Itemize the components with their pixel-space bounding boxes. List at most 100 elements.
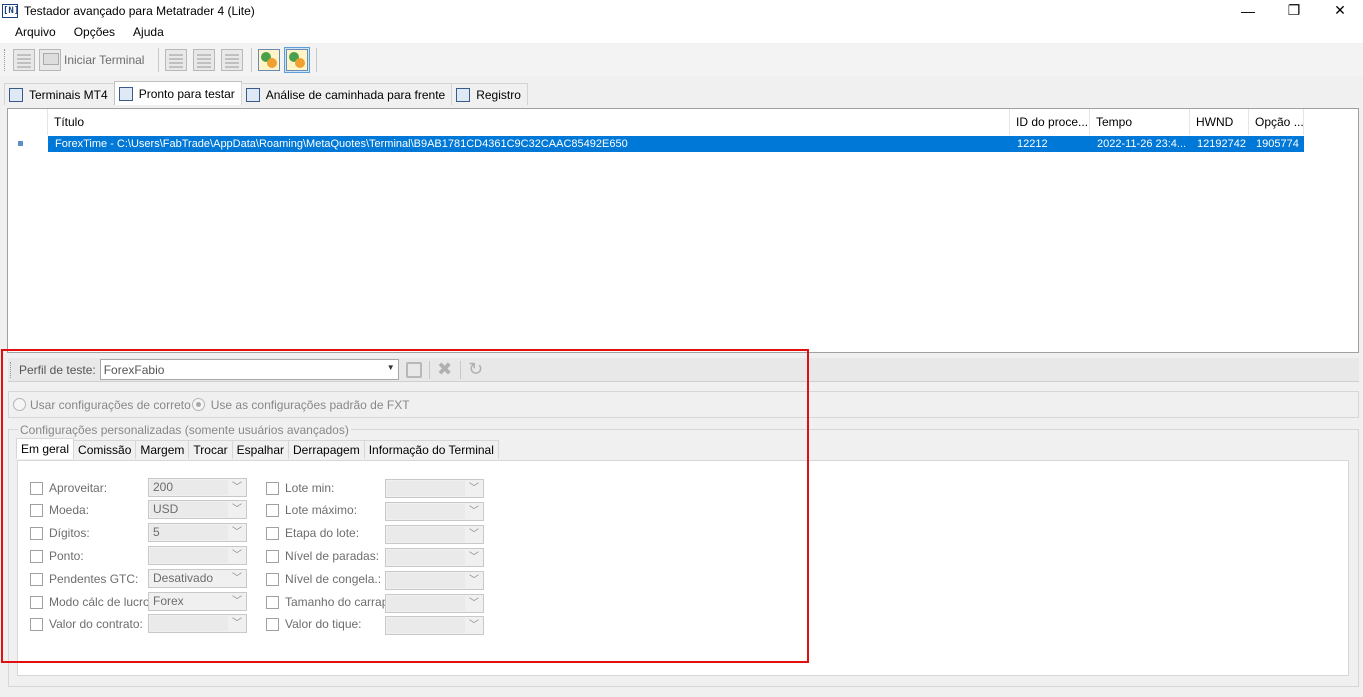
select-etapa-lote[interactable]: ﹀ — [385, 525, 484, 544]
checkbox-nivel-paradas[interactable] — [266, 549, 279, 563]
link-terminal-icon — [286, 49, 309, 71]
checkbox-pendentes-gtc[interactable] — [30, 572, 43, 586]
tab-informacao-terminal[interactable]: Informação do Terminal — [363, 440, 499, 459]
checkbox-lote-min[interactable] — [266, 481, 279, 495]
checkbox-modo-calc-lucro[interactable] — [30, 595, 43, 609]
radio-use-fxt[interactable] — [191, 398, 205, 411]
chevron-down-icon: ﹀ — [469, 529, 479, 540]
select-aproveitar[interactable]: 200 ﹀ — [148, 478, 247, 497]
menu-opcoes[interactable]: Opções — [67, 25, 122, 39]
select-ponto[interactable]: ﹀ — [148, 546, 247, 565]
select-digitos[interactable]: 5 ﹀ — [148, 523, 247, 542]
cell-hwnd[interactable]: 12192742 — [1190, 136, 1249, 152]
terminal-icon — [9, 87, 23, 102]
select-modo-calc-lucro[interactable]: Forex ﹀ — [148, 592, 247, 611]
select-nivel-paradas[interactable]: ﹀ — [385, 548, 484, 567]
select-valor-tique[interactable]: ﹀ — [385, 616, 484, 635]
menu-ajuda[interactable]: Ajuda — [126, 25, 171, 39]
cell-time[interactable]: 2022-11-26 23:4... — [1090, 136, 1190, 152]
chevron-down-icon: ﹀ — [469, 598, 479, 609]
field-nivel-congela: Nível de congela.: — [266, 569, 381, 589]
minimize-button[interactable]: — — [1225, 0, 1271, 21]
select-lote-min[interactable]: ﹀ — [385, 479, 484, 498]
edit-button[interactable] — [163, 47, 189, 73]
toolbar-separator — [251, 48, 253, 72]
checkbox-lote-maximo[interactable] — [266, 503, 279, 517]
checkbox-ponto[interactable] — [30, 549, 43, 563]
save-button[interactable] — [191, 47, 217, 73]
chevron-down-icon: ﹀ — [469, 483, 479, 494]
select-pendentes-gtc[interactable]: Desativado ﹀ — [148, 569, 247, 588]
menu-arquivo[interactable]: Arquivo — [8, 25, 63, 39]
link-terminal-button[interactable] — [284, 47, 311, 73]
tab-em-geral[interactable]: Em geral — [16, 438, 75, 459]
select-lote-maximo[interactable]: ﹀ — [385, 502, 484, 521]
cell-pid[interactable]: 12212 — [1010, 136, 1090, 152]
value-tamanho-carrap — [387, 596, 465, 611]
chevron-down-icon: ﹀ — [232, 618, 242, 629]
field-pendentes-gtc: Pendentes GTC: — [30, 569, 138, 589]
grid-header: Título ID do proce... Tempo HWND Opção .… — [8, 109, 1358, 135]
cell-option[interactable]: 1905774 — [1249, 136, 1304, 152]
grid-header-marker — [8, 109, 48, 135]
tab-label: Terminais MT4 — [29, 87, 108, 102]
select-moeda[interactable]: USD ﹀ — [148, 500, 247, 519]
profile-select[interactable]: ForexFabio ▼ — [99, 359, 399, 380]
radio-use-broker-label: Usar configurações de correto — [30, 397, 191, 412]
tab-registro[interactable]: Registro — [451, 83, 528, 105]
value-digitos: 5 — [150, 525, 228, 540]
checkbox-moeda[interactable] — [30, 503, 43, 517]
close-button[interactable]: ✕ — [1317, 0, 1363, 21]
checkbox-valor-contrato[interactable] — [30, 617, 43, 631]
tab-label: Análise de caminhada para frente — [265, 87, 446, 102]
tab-derrapagem[interactable]: Derrapagem — [288, 440, 365, 459]
settings-source-group: Usar configurações de correto Use as con… — [8, 391, 1359, 418]
field-nivel-paradas: Nível de paradas: — [266, 546, 379, 566]
tab-terminais-mt4[interactable]: Terminais MT4 — [4, 83, 115, 105]
menu-bar: Arquivo Opções Ajuda — [0, 21, 1363, 43]
add-terminal-button[interactable] — [11, 47, 37, 73]
table-row[interactable]: ForexTime - C:\Users\FabTrade\AppData\Ro… — [8, 136, 1358, 152]
reset-profile-button[interactable]: ↻ — [465, 359, 487, 381]
checkbox-nivel-congela[interactable] — [266, 572, 279, 586]
tab-pronto-para-testar[interactable]: Pronto para testar — [113, 81, 242, 105]
tab-espalhar[interactable]: Espalhar — [231, 440, 290, 459]
checkbox-aproveitar[interactable] — [30, 481, 43, 495]
select-valor-contrato[interactable]: ﹀ — [148, 614, 247, 633]
profile-toolbar: Perfil de teste: ForexFabio ▼ ✖ ↻ — [8, 358, 1359, 382]
column-header-opcao[interactable]: Opção ... — [1249, 109, 1304, 135]
tab-label: Pronto para testar — [138, 86, 235, 101]
toolbar-grip[interactable] — [4, 49, 7, 71]
checkbox-tamanho-carrap[interactable] — [266, 595, 279, 609]
radio-use-broker[interactable] — [13, 398, 26, 411]
save-profile-button[interactable] — [403, 359, 425, 381]
cell-title[interactable]: ForexTime - C:\Users\FabTrade\AppData\Ro… — [48, 136, 1010, 152]
column-header-hwnd[interactable]: HWND — [1190, 109, 1249, 135]
column-header-titulo[interactable]: Título — [48, 109, 1010, 135]
tab-margem[interactable]: Margem — [135, 440, 190, 459]
value-pendentes-gtc: Desativado — [153, 571, 214, 585]
tab-analise-caminhada[interactable]: Análise de caminhada para frente — [240, 83, 453, 105]
start-terminal-icon — [39, 49, 61, 71]
terminals-grid[interactable]: Título ID do proce... Tempo HWND Opção .… — [7, 108, 1359, 353]
tab-trocar[interactable]: Trocar — [188, 440, 233, 459]
ready-icon — [118, 86, 133, 101]
label-pendentes-gtc: Pendentes GTC: — [49, 572, 139, 586]
delete-button[interactable] — [219, 47, 245, 73]
column-header-tempo[interactable]: Tempo — [1090, 109, 1190, 135]
profile-toolbar-grip[interactable] — [10, 361, 13, 378]
column-header-pid[interactable]: ID do proce... — [1010, 109, 1090, 135]
checkbox-etapa-lote[interactable] — [266, 526, 279, 540]
select-nivel-congela[interactable]: ﹀ — [385, 571, 484, 590]
start-terminal-button[interactable]: Iniciar Terminal — [39, 47, 152, 73]
maximize-button[interactable]: ❐ — [1271, 0, 1317, 21]
delete-profile-button[interactable]: ✖ — [434, 359, 456, 381]
chevron-down-icon: ﹀ — [232, 482, 242, 493]
view-terminal-button[interactable] — [256, 47, 282, 73]
app-icon: [N] — [2, 3, 20, 18]
label-modo-calc-lucro: Modo cálc de lucro: — [49, 595, 154, 609]
tab-comissao[interactable]: Comissão — [73, 440, 137, 459]
checkbox-digitos[interactable] — [30, 526, 43, 540]
checkbox-valor-tique[interactable] — [266, 617, 279, 631]
select-tamanho-carrap[interactable]: ﹀ — [385, 594, 484, 613]
